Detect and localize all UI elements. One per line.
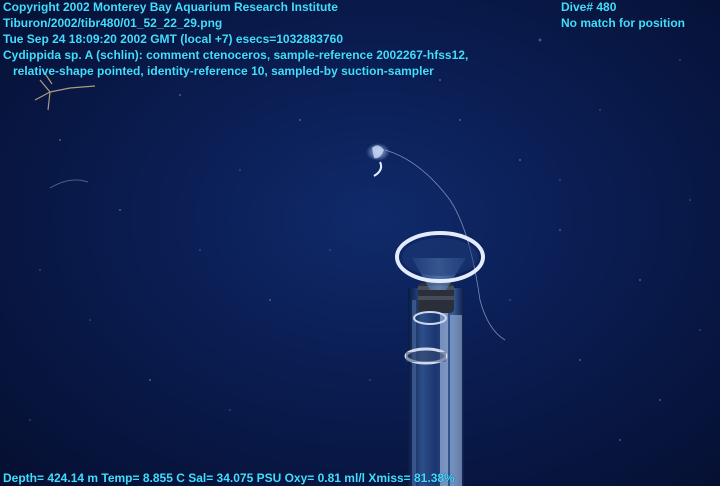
copyright-text: Copyright 2002 Monterey Bay Aquarium Res…	[3, 0, 338, 14]
annotation-line-2: relative-shape pointed, identity-referen…	[13, 64, 434, 78]
dive-info-overlay: Dive# 480 No match for position	[561, 0, 685, 31]
suction-sampler	[395, 231, 485, 486]
annotation-line-1: Cydippida sp. A (schlin): comment ctenoc…	[3, 48, 469, 62]
sensor-readout: Depth= 424.14 m Temp= 8.855 C Sal= 34.07…	[3, 471, 455, 485]
video-frame: Copyright 2002 Monterey Bay Aquarium Res…	[0, 0, 720, 486]
faint-filament	[49, 179, 89, 189]
dive-number: Dive# 480	[561, 0, 617, 14]
marine-snow	[29, 38, 701, 441]
file-path-text: Tiburon/2002/tibr480/01_52_22_29.png	[3, 16, 223, 30]
video-header-overlay: Copyright 2002 Monterey Bay Aquarium Res…	[3, 0, 468, 79]
position-status: No match for position	[561, 16, 685, 30]
timestamp-text: Tue Sep 24 18:09:20 2002 GMT (local +7) …	[3, 32, 343, 46]
